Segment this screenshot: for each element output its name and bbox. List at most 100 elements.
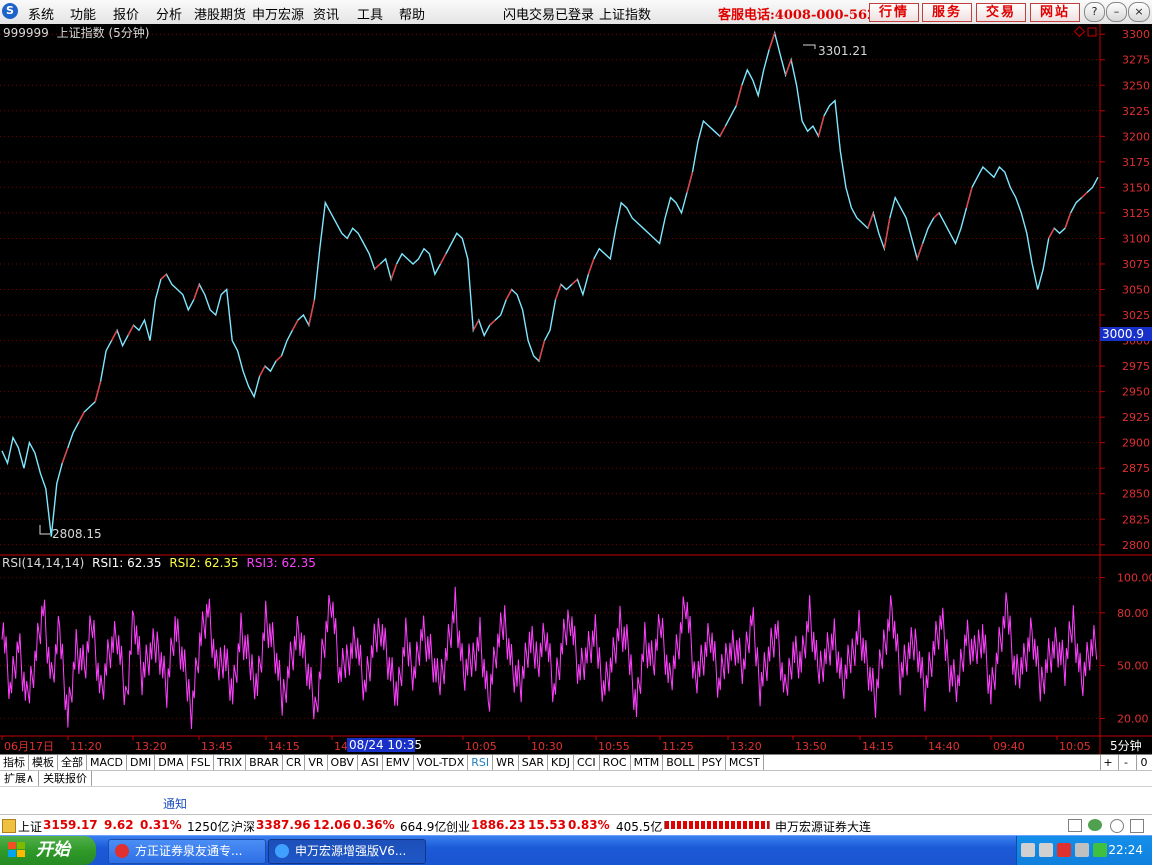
close-button[interactable]: × xyxy=(1128,2,1150,22)
signal-icon[interactable] xyxy=(1088,819,1102,831)
indicator-tab-mtm[interactable]: MTM xyxy=(631,755,664,770)
time-tick-label: 13:20 xyxy=(730,740,762,753)
menu-tools[interactable]: 工具 xyxy=(357,4,383,23)
time-tick-label: 06月17日 xyxy=(4,740,54,753)
system-tray: 22:24 xyxy=(1016,836,1152,865)
trade-button[interactable]: 交易 xyxy=(976,3,1026,22)
period-label[interactable]: 5分钟 xyxy=(1110,738,1142,753)
service-button[interactable]: 服务 xyxy=(922,3,972,22)
expand-tab[interactable]: 扩展∧ xyxy=(0,771,40,786)
zoom-out-button[interactable]: - xyxy=(1118,755,1133,770)
rsi-tick-label: 50.00 xyxy=(1117,660,1149,673)
indicator-tab-psy[interactable]: PSY xyxy=(699,755,726,770)
zoom-in-button[interactable]: + xyxy=(1100,755,1115,770)
indicator-tab-sar[interactable]: SAR xyxy=(519,755,549,770)
menu-quote[interactable]: 报价 xyxy=(113,4,139,23)
settings-icon[interactable] xyxy=(1130,819,1144,833)
menu-swhy[interactable]: 申万宏源 xyxy=(252,4,304,23)
extension-tab-bar: 扩展∧ 关联报价 xyxy=(0,770,1152,787)
reset-button[interactable]: 0 xyxy=(1136,755,1151,770)
notice-link[interactable]: 通知 xyxy=(163,795,187,812)
indicator-tab-fsl[interactable]: FSL xyxy=(188,755,214,770)
rsi-tick-label: 20.00 xyxy=(1117,712,1149,725)
grid-lines xyxy=(0,33,1100,719)
chart-area[interactable]: 2800 2825 2850 2875 2900 2925 2950 2975 3000 3025… xyxy=(0,24,1152,754)
indicator-tab-vol-tdx[interactable]: VOL-TDX xyxy=(414,755,469,770)
indicator-tab-mcst[interactable]: MCST xyxy=(726,755,764,770)
start-button[interactable]: 开始 xyxy=(0,836,96,865)
menu-system[interactable]: 系统 xyxy=(28,4,54,23)
indicator-tab-obv[interactable]: OBV xyxy=(328,755,358,770)
time-tick-label: 14:15 xyxy=(862,740,894,753)
menu-analysis[interactable]: 分析 xyxy=(156,4,182,23)
indicator-tab-brar[interactable]: BRAR xyxy=(246,755,284,770)
update-icon[interactable] xyxy=(1093,843,1107,857)
high-pointer xyxy=(803,44,816,49)
indicator-tab-bar: 指标 模板 全部 MACD DMI DMA FSL TRIX BRAR CR VR OBV ASI EMV… xyxy=(0,754,1152,771)
price-tick-label: 3275 xyxy=(1122,54,1150,67)
price-up-segment xyxy=(1081,192,1088,199)
network-icon[interactable] xyxy=(1021,843,1035,857)
task-swhy[interactable]: 申万宏源增强版V6... xyxy=(268,839,426,864)
indicator-tab--[interactable]: 模板 xyxy=(29,755,58,770)
window-icon[interactable] xyxy=(1068,819,1082,832)
indicator-tab-dmi[interactable]: DMI xyxy=(127,755,156,770)
cy-change: 15.53 xyxy=(528,818,566,832)
diamond-icon[interactable] xyxy=(1073,25,1086,38)
cy-volume: 405.5亿 xyxy=(616,820,663,834)
indicator-tab-cr[interactable]: CR xyxy=(283,755,306,770)
chart-canvas[interactable]: 2800282528502875290029252950297530003025… xyxy=(0,24,1152,754)
price-up-segment xyxy=(554,284,562,300)
indicator-tab-roc[interactable]: ROC xyxy=(600,755,631,770)
cy-pct: 0.83% xyxy=(568,818,610,832)
minimize-button[interactable]: – xyxy=(1106,2,1127,22)
related-quotes-tab[interactable]: 关联报价 xyxy=(39,771,93,786)
indicator-tab-trix[interactable]: TRIX xyxy=(214,755,247,770)
price-up-segment xyxy=(61,447,69,464)
menu-help[interactable]: 帮助 xyxy=(399,4,425,23)
market-breadth-bar xyxy=(664,821,770,829)
menu-news[interactable]: 资讯 xyxy=(313,4,339,23)
hs-name: 沪深 xyxy=(231,820,256,834)
app-logo-icon[interactable]: S xyxy=(2,3,18,19)
maximize-panel-icon[interactable] xyxy=(1087,27,1097,37)
indicator-tab-asi[interactable]: ASI xyxy=(358,755,383,770)
rsi1-name: RSI1 xyxy=(92,556,119,570)
indicator-tab-kdj[interactable]: KDJ xyxy=(548,755,574,770)
price-up-segment xyxy=(587,258,595,275)
indicator-tab-vr[interactable]: VR xyxy=(305,755,328,770)
price-up-segment xyxy=(374,263,381,270)
task-fangzheng[interactable]: 方正证券泉友通专... xyxy=(108,839,266,864)
rsi2-value: 62.35 xyxy=(204,556,238,570)
price-up-segment xyxy=(111,330,118,341)
rsi3-name: RSI3 xyxy=(247,556,274,570)
indicator-tab-dma[interactable]: DMA xyxy=(155,755,188,770)
rsi-tick-label: 100.00 xyxy=(1117,572,1152,585)
indicator-tab-rsi[interactable]: RSI xyxy=(468,755,494,770)
tray-app-icon[interactable] xyxy=(1039,843,1053,857)
market-button[interactable]: 行情 xyxy=(869,3,919,22)
security-icon[interactable] xyxy=(1057,843,1071,857)
menu-hk-futures[interactable]: 港股期货 xyxy=(194,4,246,23)
price-up-segment xyxy=(472,319,480,331)
time-tick-label: 14:15 xyxy=(268,740,300,753)
folder-icon[interactable] xyxy=(2,819,16,833)
help-button[interactable]: ? xyxy=(1084,2,1105,22)
indicator-tab--[interactable]: 全部 xyxy=(58,755,87,770)
indicator-tab-emv[interactable]: EMV xyxy=(383,755,414,770)
website-button[interactable]: 网站 xyxy=(1030,3,1080,22)
indicator-tab-wr[interactable]: WR xyxy=(493,755,519,770)
time-tick-label: 09:40 xyxy=(993,740,1025,753)
sound-icon[interactable] xyxy=(1110,819,1124,833)
price-up-segment xyxy=(1064,212,1072,229)
indicator-tab--[interactable]: 指标 xyxy=(0,755,29,770)
volume-icon[interactable] xyxy=(1075,843,1089,857)
menu-function[interactable]: 功能 xyxy=(70,4,96,23)
rsi2-name: RSI2 xyxy=(169,556,196,570)
indicator-tab-macd[interactable]: MACD xyxy=(87,755,127,770)
indicator-tab-boll[interactable]: BOLL xyxy=(663,755,699,770)
price-tick-label: 3225 xyxy=(1122,105,1150,118)
broker-name: 申万宏源证券大连 xyxy=(775,820,872,834)
sh-volume: 1250亿 xyxy=(187,820,230,834)
indicator-tab-cci[interactable]: CCI xyxy=(574,755,600,770)
